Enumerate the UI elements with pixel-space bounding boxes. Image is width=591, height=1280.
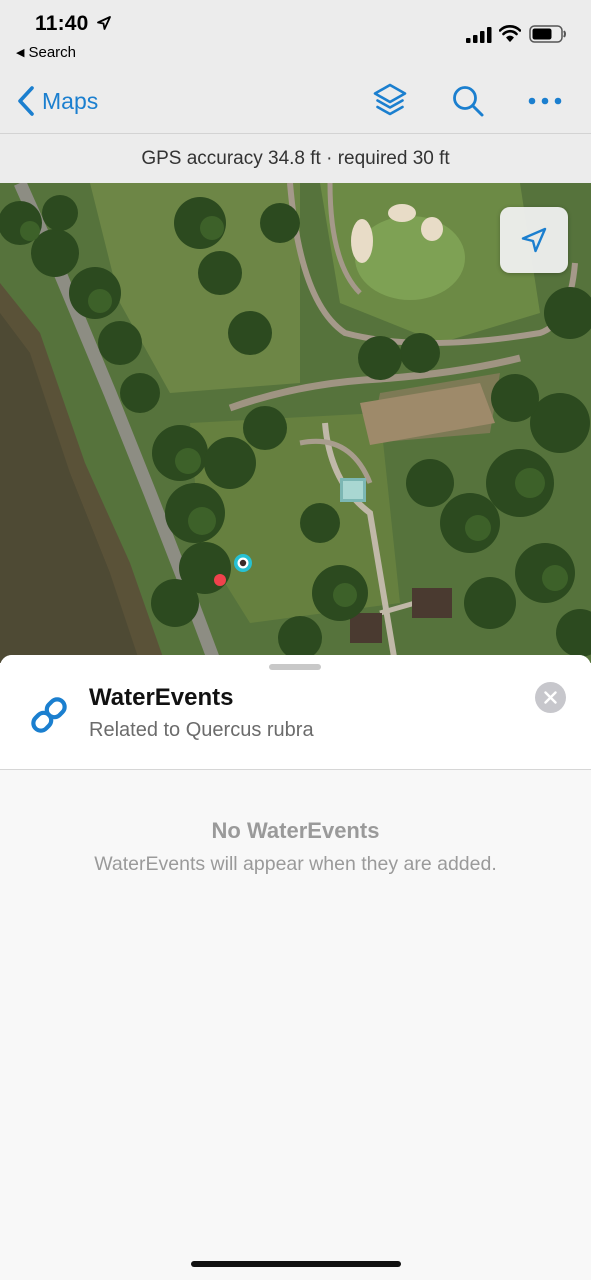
maps-back-label: Maps	[42, 87, 99, 114]
sheet-grabber-handle[interactable]	[269, 664, 321, 670]
sheet-subtitle: Related to Quercus rubra	[89, 719, 314, 741]
navigation-arrow-icon	[521, 227, 547, 253]
more-ellipsis-icon	[528, 97, 562, 105]
back-to-app-button[interactable]: ◀ Search	[16, 44, 76, 61]
status-bar: 11:40 ◀ Search	[0, 0, 591, 70]
navigation-bar: Maps	[0, 70, 591, 134]
sheet-title: WaterEvents	[89, 684, 234, 711]
close-sheet-button[interactable]	[535, 682, 566, 713]
empty-state-title: No WaterEvents	[211, 818, 380, 843]
feature-marker-icon	[214, 574, 226, 586]
layers-button[interactable]	[370, 81, 410, 121]
link-chain-icon	[31, 697, 67, 733]
gps-accuracy-banner: GPS accuracy 34.8 ft · required 30 ft	[141, 148, 450, 169]
search-button[interactable]	[448, 81, 488, 121]
more-button[interactable]	[525, 81, 565, 121]
wifi-icon	[499, 25, 521, 42]
home-indicator[interactable]	[191, 1261, 401, 1267]
layers-icon	[373, 83, 407, 116]
status-time: 11:40	[35, 12, 89, 35]
locate-me-button[interactable]	[500, 207, 568, 273]
top-chrome: 11:40 ◀ Search Maps GPS accuracy 34.8 ft…	[0, 0, 591, 183]
back-triangle-icon: ◀	[16, 47, 25, 59]
close-icon	[544, 691, 557, 704]
sheet-header: WaterEvents Related to Quercus rubra	[0, 655, 591, 770]
battery-icon	[529, 25, 566, 43]
related-records-sheet: WaterEvents Related to Quercus rubra No …	[0, 655, 591, 1280]
empty-state-message: WaterEvents will appear when they are ad…	[94, 853, 497, 875]
maps-back-button[interactable]: Maps	[16, 84, 98, 118]
chevron-left-icon	[18, 86, 34, 116]
cellular-signal-icon	[466, 27, 492, 43]
back-app-label: Search	[28, 44, 76, 61]
location-arrow-icon	[97, 16, 111, 30]
search-icon	[453, 86, 484, 117]
gps-location-dot-icon	[234, 554, 252, 572]
